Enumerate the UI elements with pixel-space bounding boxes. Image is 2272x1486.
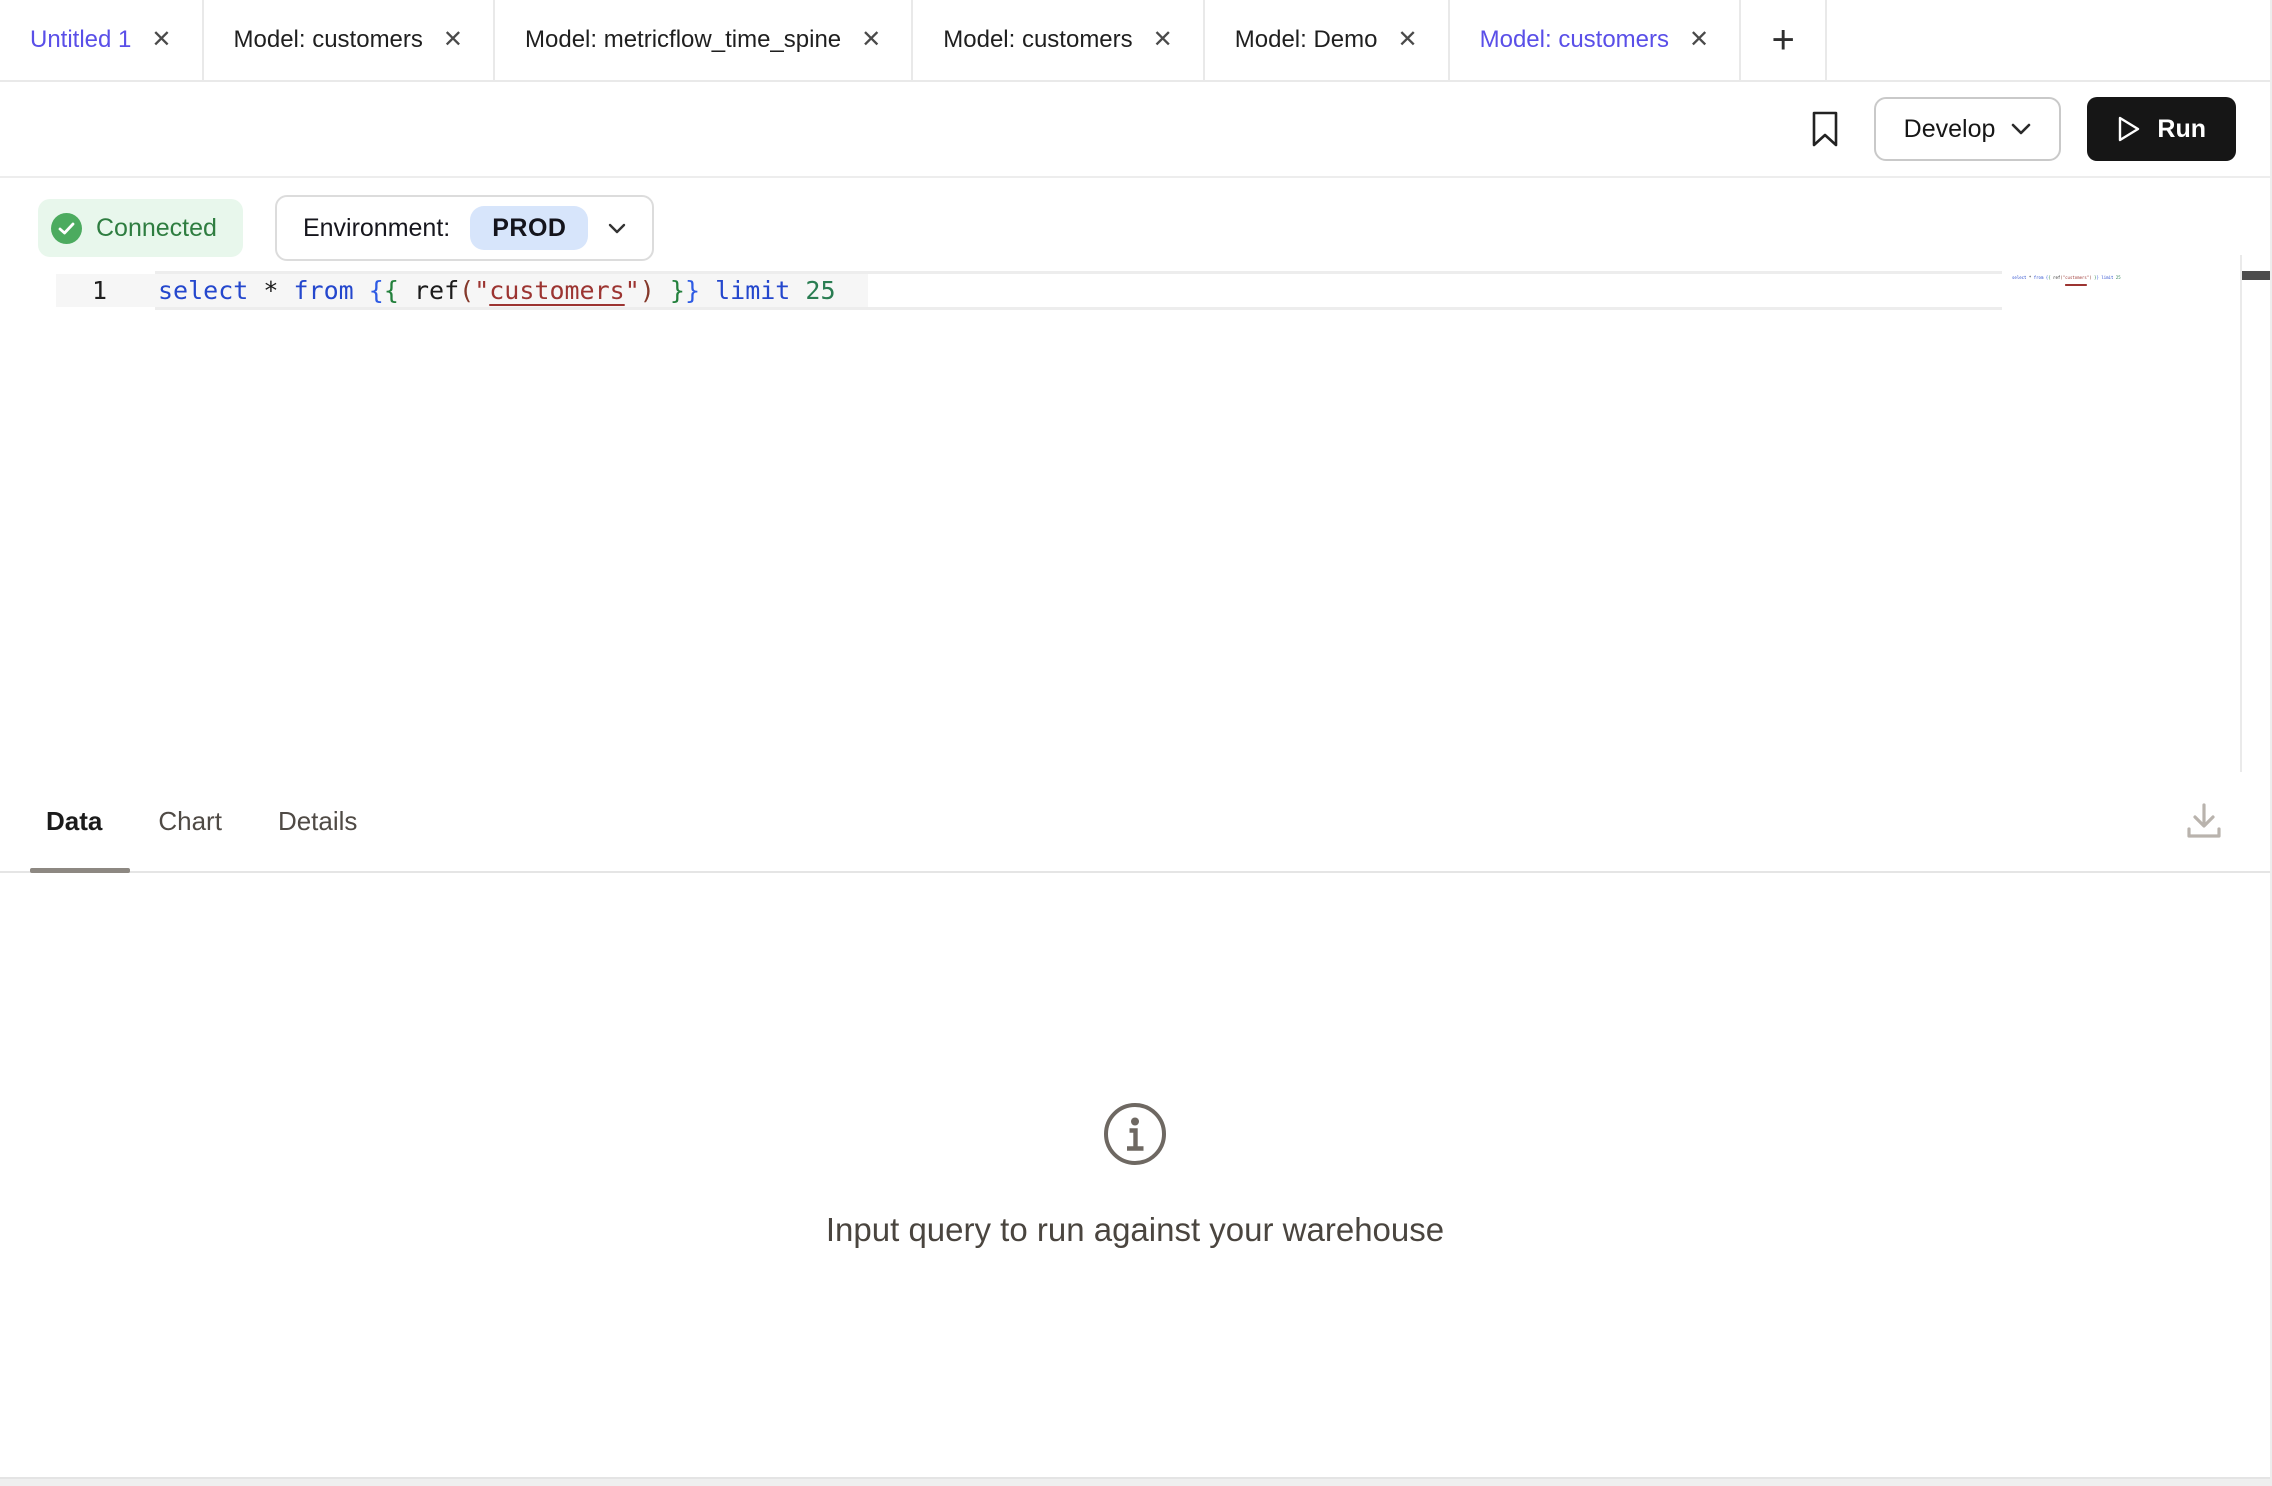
develop-label: Develop <box>1904 115 1996 144</box>
ide-window: Untitled 1 ✕ Model: customers ✕ Model: m… <box>0 0 2272 1486</box>
code-token <box>399 276 414 305</box>
tab-5[interactable]: Model: customers ✕ <box>1450 0 1742 80</box>
tab-1[interactable]: Model: customers ✕ <box>204 0 496 80</box>
toolbar: Develop Run <box>0 82 2270 178</box>
environment-label: Environment: <box>303 214 450 243</box>
editor-tab-bar: Untitled 1 ✕ Model: customers ✕ Model: m… <box>0 0 2270 82</box>
tab-chart[interactable]: Chart <box>158 806 222 837</box>
environment-selector[interactable]: Environment: PROD <box>275 195 655 261</box>
code-token: ) <box>640 276 655 305</box>
close-icon[interactable]: ✕ <box>1153 28 1173 52</box>
tab-details[interactable]: Details <box>278 806 357 837</box>
info-icon <box>1102 1101 1168 1167</box>
connection-status-label: Connected <box>96 214 217 243</box>
code-token: } <box>670 276 685 305</box>
code-token <box>248 276 263 305</box>
close-icon[interactable]: ✕ <box>151 28 171 52</box>
empty-state-message: Input query to run against your warehous… <box>826 1211 1444 1249</box>
tab-2[interactable]: Model: metricflow_time_spine ✕ <box>495 0 913 80</box>
close-icon[interactable]: ✕ <box>443 28 463 52</box>
run-button[interactable]: Run <box>2087 97 2236 161</box>
close-icon[interactable]: ✕ <box>1398 28 1418 52</box>
new-tab-button[interactable]: + <box>1741 0 1827 80</box>
code-token: ref <box>414 276 459 305</box>
code-token: from <box>294 276 354 305</box>
tab-0[interactable]: Untitled 1 ✕ <box>0 0 204 80</box>
window-bottom-edge <box>0 1477 2270 1486</box>
scrollbar-thumb[interactable] <box>2242 271 2270 280</box>
code-line[interactable]: select * from {{ ref("customers") }} lim… <box>158 274 836 307</box>
close-icon[interactable]: ✕ <box>861 28 881 52</box>
tab-label: Untitled 1 <box>30 26 131 54</box>
tab-data[interactable]: Data <box>46 806 102 837</box>
code-token: } <box>685 276 700 305</box>
run-label: Run <box>2157 115 2206 144</box>
chevron-down-icon <box>608 223 626 234</box>
code-token <box>700 276 715 305</box>
results-tab-bar: Data Chart Details <box>0 772 2270 873</box>
close-icon[interactable]: ✕ <box>1689 28 1709 52</box>
sql-editor[interactable]: Connected Environment: PROD 1 select * f… <box>0 178 2270 772</box>
tab-label: Model: metricflow_time_spine <box>525 26 841 54</box>
play-icon <box>2117 116 2141 142</box>
code-token: " <box>474 276 489 305</box>
active-tab-underline <box>30 868 130 873</box>
connection-status-badge: Connected <box>38 199 243 257</box>
develop-dropdown-button[interactable]: Develop <box>1874 97 2062 161</box>
tab-label: Model: Demo <box>1235 26 1378 54</box>
code-token: ( <box>459 276 474 305</box>
check-icon <box>51 213 82 244</box>
code-token: limit <box>2101 275 2113 280</box>
code-token: limit <box>715 276 790 305</box>
minimap-line: select * from {{ ref("customers") }} lim… <box>2012 275 2121 281</box>
download-icon[interactable] <box>2178 796 2230 848</box>
tab-4[interactable]: Model: Demo ✕ <box>1205 0 1450 80</box>
code-token <box>278 276 293 305</box>
code-token <box>354 276 369 305</box>
code-token <box>790 276 805 305</box>
results-empty-state: Input query to run against your warehous… <box>0 873 2270 1477</box>
code-token: 25 <box>805 276 835 305</box>
code-token: 25 <box>2116 275 2121 280</box>
line-number: 1 <box>92 274 107 307</box>
code-ref-link[interactable]: customers <box>489 276 624 305</box>
code-token: from <box>2034 275 2044 280</box>
code-token: select <box>2012 275 2026 280</box>
code-token: select <box>158 276 248 305</box>
code-token: { <box>369 276 384 305</box>
tab-label: Model: customers <box>943 26 1132 54</box>
tab-3[interactable]: Model: customers ✕ <box>913 0 1205 80</box>
environment-value-badge: PROD <box>470 206 588 250</box>
code-token: { <box>384 276 399 305</box>
code-token <box>655 276 670 305</box>
bookmark-icon[interactable] <box>1802 103 1848 155</box>
editor-overview-rail <box>2240 255 2270 772</box>
code-ref-link: customers <box>2065 275 2087 280</box>
chevron-down-icon <box>2011 123 2031 135</box>
editor-status-row: Connected Environment: PROD <box>38 195 654 261</box>
code-token: * <box>263 276 278 305</box>
tab-label: Model: customers <box>1480 26 1669 54</box>
tab-label: Model: customers <box>234 26 423 54</box>
code-token: " <box>625 276 640 305</box>
